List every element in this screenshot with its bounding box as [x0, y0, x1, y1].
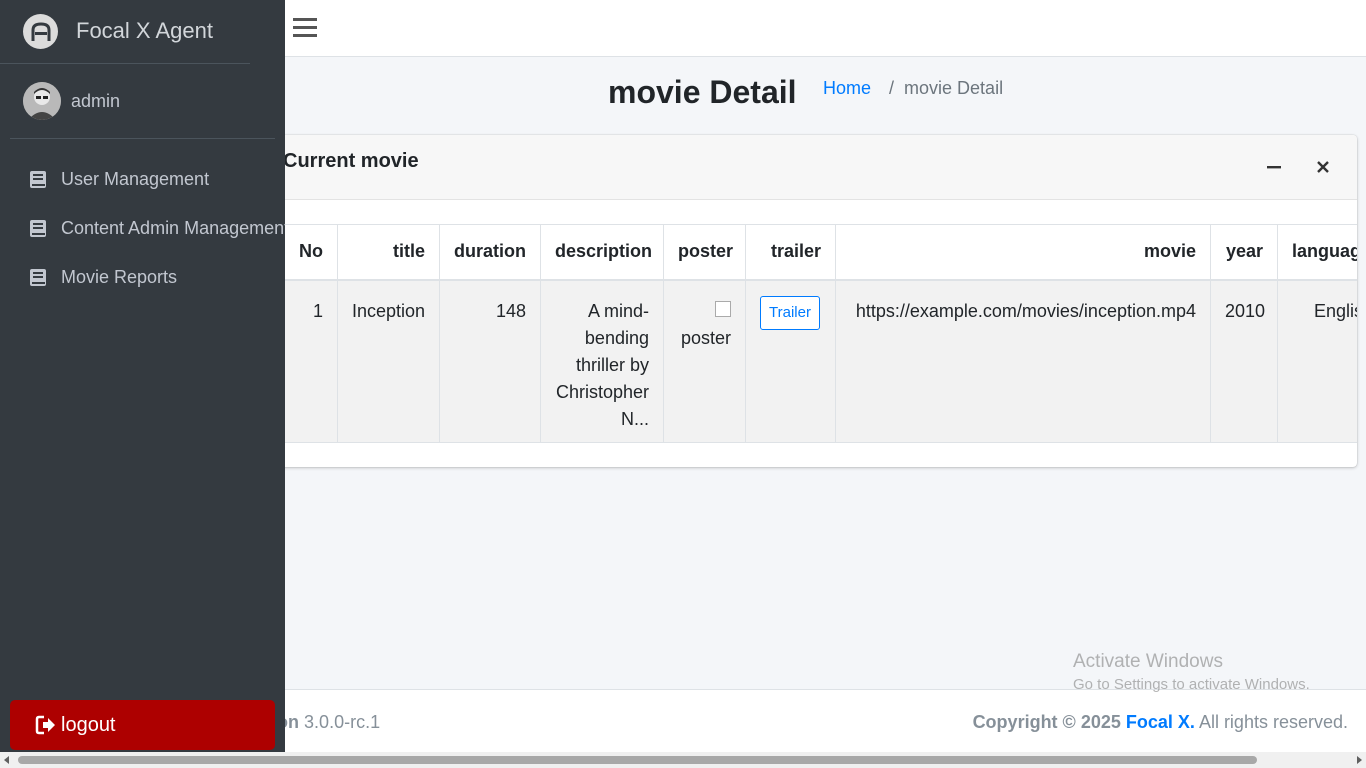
- user-panel: admin: [10, 64, 275, 139]
- sign-out-icon: [35, 715, 55, 735]
- sidebar-item-content-admin-management[interactable]: Content Admin Management: [0, 204, 285, 253]
- footer-copyright: Copyright © 2025 Focal X. All rights res…: [973, 712, 1348, 733]
- sidebar-item-movie-reports[interactable]: Movie Reports: [0, 253, 285, 302]
- broken-image-icon: [715, 300, 731, 317]
- sidebar-item-label: User Management: [61, 169, 210, 189]
- company-link[interactable]: Focal X.: [1126, 712, 1195, 732]
- breadcrumb: Home / movie Detail: [823, 78, 1003, 99]
- column-header-duration[interactable]: duration: [439, 224, 541, 281]
- book-icon: [30, 269, 46, 286]
- cell-poster: poster: [663, 279, 746, 443]
- top-navbar: [285, 0, 1366, 57]
- minus-icon: [1267, 166, 1281, 169]
- breadcrumb-home-link[interactable]: Home: [823, 78, 871, 98]
- movie-table: No title duration description poster tra…: [250, 224, 1357, 443]
- current-movie-card: Current movie No title duration descript…: [250, 135, 1357, 467]
- footer: ersion 3.0.0-rc.1 Copyright © 2025 Focal…: [245, 689, 1366, 752]
- cell-duration: 148: [439, 279, 541, 443]
- table-header-row: No title duration description poster tra…: [250, 224, 1357, 281]
- page-title: movie Detail: [608, 74, 797, 110]
- brand-text: Focal X Agent: [76, 18, 213, 43]
- watermark-title: Activate Windows: [1073, 651, 1223, 672]
- cell-movie: https://example.com/movies/inception.mp4: [835, 279, 1211, 443]
- sidebar-item-user-management[interactable]: User Management: [0, 155, 285, 204]
- breadcrumb-current: movie Detail: [904, 78, 1004, 98]
- card-header: Current movie: [250, 135, 1357, 200]
- user-name[interactable]: admin: [71, 91, 120, 112]
- activate-windows-watermark: Activate Windows Go to Settings to activ…: [1073, 651, 1310, 693]
- breadcrumb-separator: /: [889, 78, 895, 98]
- column-header-poster[interactable]: poster: [663, 224, 746, 281]
- column-header-description[interactable]: description: [540, 224, 664, 281]
- cell-title: Inception: [337, 279, 440, 443]
- collapse-button[interactable]: [1262, 155, 1286, 179]
- version-number: 3.0.0-rc.1: [304, 712, 381, 732]
- column-header-title[interactable]: title: [337, 224, 440, 281]
- remove-button[interactable]: [1311, 155, 1335, 179]
- book-icon: [30, 220, 46, 237]
- logout-button[interactable]: logout: [10, 700, 275, 750]
- copyright-text: Copyright © 2025: [972, 712, 1121, 732]
- cell-language: English: [1277, 279, 1357, 443]
- scroll-right-arrow-icon[interactable]: [1357, 756, 1362, 764]
- column-header-year[interactable]: year: [1210, 224, 1278, 281]
- column-header-language[interactable]: language: [1277, 224, 1357, 281]
- column-header-movie[interactable]: movie: [835, 224, 1211, 281]
- scrollbar-thumb[interactable]: [18, 756, 1257, 764]
- horizontal-scrollbar[interactable]: [0, 752, 1366, 768]
- scroll-left-arrow-icon[interactable]: [4, 756, 9, 764]
- book-icon: [30, 171, 46, 188]
- menu-toggle-icon[interactable]: [293, 17, 317, 39]
- cell-trailer: Trailer: [745, 279, 836, 443]
- sidebar-nav: User Management Content Admin Management…: [0, 155, 285, 302]
- logout-label: logout: [61, 713, 116, 736]
- column-header-trailer[interactable]: trailer: [745, 224, 836, 281]
- card-title: Current movie: [283, 150, 419, 172]
- rights-text: All rights reserved.: [1198, 712, 1348, 732]
- sidebar: Focal X Agent admin User Management Cont…: [0, 0, 285, 752]
- sidebar-item-label: Movie Reports: [61, 267, 178, 287]
- poster-alt-text: poster: [680, 327, 731, 348]
- cell-year: 2010: [1210, 279, 1278, 443]
- sidebar-item-label: Content Admin Management: [61, 218, 285, 238]
- brand-link[interactable]: Focal X Agent: [0, 0, 250, 64]
- cell-description: A mind-bending thriller by Christopher N…: [540, 279, 664, 443]
- close-icon: [1317, 161, 1329, 173]
- trailer-button[interactable]: Trailer: [760, 295, 820, 330]
- avatar[interactable]: [23, 82, 61, 120]
- table-row: 1 Inception 148 A mind-bending thriller …: [250, 279, 1357, 443]
- brand-logo-icon: [23, 14, 58, 49]
- poster-image: poster: [678, 298, 731, 352]
